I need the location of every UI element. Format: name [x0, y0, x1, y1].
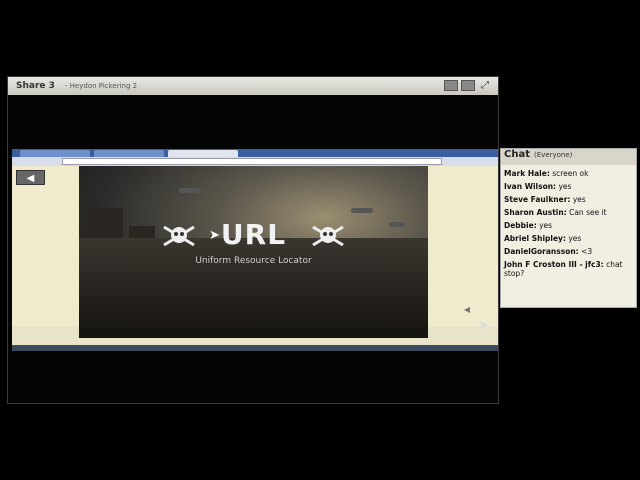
chat-sender: Ivan Wilson: [504, 182, 557, 191]
browser-tab[interactable] [94, 150, 164, 157]
slide-forward-button[interactable]: ◀ [464, 305, 470, 314]
chat-message: Steve Faulkner: yes [504, 195, 633, 204]
city-skyline [79, 238, 428, 338]
share-title: Share 3 [16, 81, 55, 91]
chat-sender: Steve Faulkner: [504, 195, 571, 204]
share-titlebar: Share 3 - Heydon Pickering 2 ⤢ [8, 77, 498, 95]
mouse-cursor-icon: ➤ [478, 318, 489, 333]
slide-subtitle: Uniform Resource Locator [195, 256, 312, 266]
airship-shape [179, 188, 201, 193]
slide-area: ◀ URL Uniform Resource Locator ◀ [12, 166, 498, 338]
browser-tab-bar [12, 149, 498, 157]
chat-sender: John F Croston III - jfc3: [504, 260, 604, 269]
slide-headline: URL [79, 218, 428, 251]
browser-address-bar [12, 157, 498, 166]
mouse-cursor-icon: ➤ [209, 228, 220, 243]
chat-messages: Mark Hale: screen ok Ivan Wilson: yes St… [501, 169, 636, 278]
browser-tab-active[interactable] [168, 150, 238, 157]
share-presenter: - Heydon Pickering 2 [64, 82, 138, 90]
skull-crossbones-icon [312, 225, 344, 247]
slide-headline-text: URL [220, 218, 287, 251]
chat-text: yes [556, 182, 572, 191]
chat-text: yes [570, 195, 586, 204]
chat-title: Chat [504, 149, 530, 160]
slide-back-button[interactable]: ◀ [16, 170, 45, 185]
browser-tab[interactable] [20, 150, 90, 157]
share-window-controls: ⤢ [444, 80, 492, 91]
airship-shape [351, 208, 373, 213]
chat-sender: Debbie: [504, 221, 537, 230]
chat-text: screen ok [549, 169, 589, 178]
fit-to-window-button[interactable] [461, 80, 475, 91]
chat-message: Abriel Shipley: yes [504, 234, 633, 243]
chat-header: Chat (Everyone) [501, 149, 636, 165]
chat-message: Ivan Wilson: yes [504, 182, 633, 191]
fullscreen-icon[interactable]: ⤢ [478, 80, 492, 91]
slide-image: URL Uniform Resource Locator [79, 166, 428, 338]
chat-message: Debbie: yes [504, 221, 633, 230]
chat-sender: Sharon Austin: [504, 208, 567, 217]
browser-status-bar [12, 345, 498, 351]
chat-scope: (Everyone) [534, 151, 573, 159]
chat-text: Can see it [566, 208, 607, 217]
shared-browser: ◀ URL Uniform Resource Locator ◀ [12, 149, 498, 345]
chat-panel: Chat (Everyone) Mark Hale: screen ok Iva… [500, 148, 637, 308]
layout-toggle-button[interactable] [444, 80, 458, 91]
chat-sender: DanielGoransson: [504, 247, 579, 256]
chat-message: Sharon Austin: Can see it [504, 208, 633, 217]
chat-sender: Abriel Shipley: [504, 234, 566, 243]
chat-text: yes [565, 234, 582, 243]
screen-share-window: Share 3 - Heydon Pickering 2 ⤢ ◀ URL Uni… [7, 76, 499, 404]
chat-message: Mark Hale: screen ok [504, 169, 633, 178]
chat-message: John F Croston III - jfc3: chat stop? [504, 260, 633, 278]
chat-text: yes [536, 221, 553, 230]
arrow-left-icon: ◀ [26, 173, 35, 184]
skull-crossbones-icon [163, 225, 195, 247]
chat-text: <3 [578, 247, 593, 256]
url-field[interactable] [62, 158, 442, 165]
chat-message: DanielGoransson: <3 [504, 247, 633, 256]
arrow-left-small-icon: ◀ [463, 305, 470, 314]
chat-sender: Mark Hale: [504, 169, 550, 178]
